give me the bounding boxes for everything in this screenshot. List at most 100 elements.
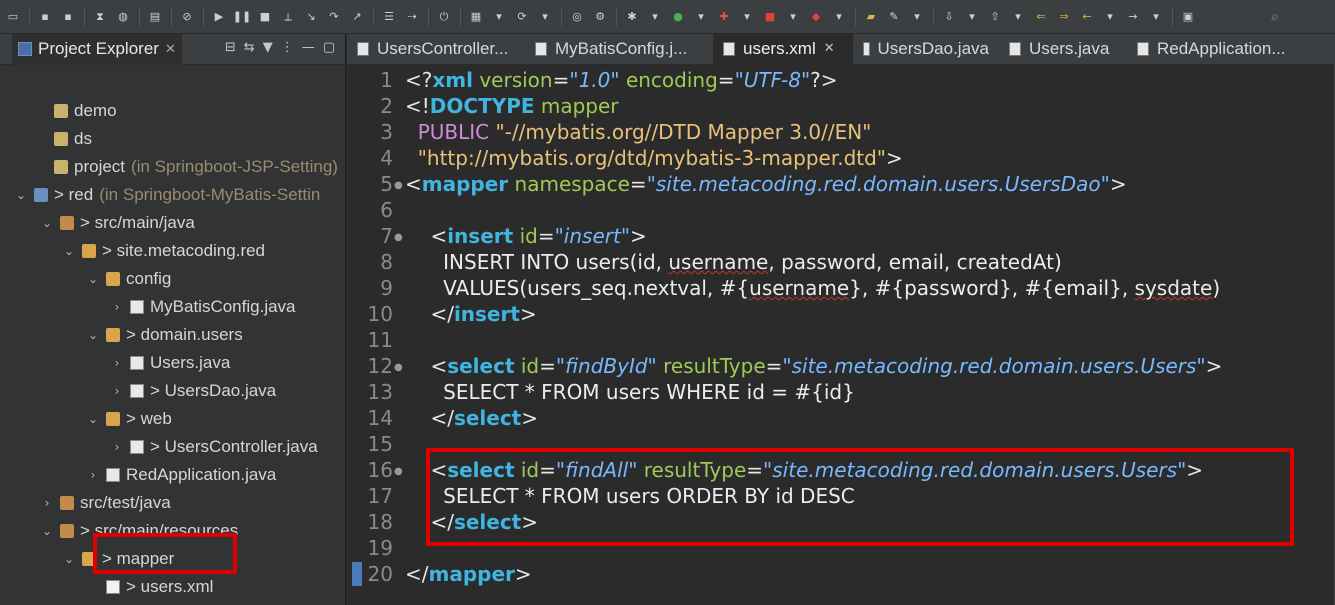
save-all-icon[interactable]: ▪: [61, 10, 75, 24]
chevron-down-icon[interactable]: ⌄: [40, 216, 54, 230]
chevron-right-icon[interactable]: ›: [110, 440, 124, 454]
minimize-icon[interactable]: —: [302, 40, 315, 55]
tree-item[interactable]: › > UsersDao.java: [110, 377, 277, 405]
dropdown-icon[interactable]: ▾: [740, 10, 754, 24]
tree-item[interactable]: ds: [54, 125, 92, 153]
save-icon[interactable]: ▪: [38, 10, 52, 24]
debug-icon[interactable]: ✱: [625, 10, 639, 24]
tree-item[interactable]: demo: [54, 97, 117, 125]
tree-item[interactable]: project (in Springboot-JSP-Setting): [54, 153, 338, 181]
back-icon[interactable]: ←: [1080, 10, 1094, 24]
open-folder-icon[interactable]: ▰: [864, 10, 878, 24]
chevron-right-icon[interactable]: ›: [110, 300, 124, 314]
relaunch-icon[interactable]: ◆: [809, 10, 823, 24]
dropdown-icon[interactable]: ▾: [1149, 10, 1163, 24]
network-icon[interactable]: ⚙: [593, 10, 607, 24]
chevron-down-icon[interactable]: ⌄: [40, 524, 54, 538]
editor-tab[interactable]: RedApplication...: [1127, 33, 1307, 64]
tree-item[interactable]: ⌄ > domain.users: [86, 321, 243, 349]
tree-item[interactable]: ⌄ > site.metacoding.red: [62, 237, 265, 265]
drop-frame-icon[interactable]: ⇢: [405, 10, 419, 24]
tab-project-explorer[interactable]: Project Explorer ✕: [12, 34, 182, 65]
chevron-down-icon[interactable]: ⌄: [86, 412, 100, 426]
chevron-right-icon[interactable]: ›: [86, 468, 100, 482]
forward-icon[interactable]: →: [1126, 10, 1140, 24]
skip-breakpoints-icon[interactable]: ⊘: [180, 10, 194, 24]
spring-boot-icon[interactable]: ⏻: [437, 10, 451, 24]
disconnect-icon[interactable]: ⟂: [281, 10, 295, 24]
tree-item[interactable]: ⌄ > red (in Springboot-MyBatis-Settin: [14, 181, 320, 209]
resume-icon[interactable]: ▶: [212, 10, 226, 24]
dropdown-icon[interactable]: ▾: [694, 10, 708, 24]
filter-icon[interactable]: ▼: [263, 40, 273, 55]
outline-icon[interactable]: ☰: [382, 10, 396, 24]
collapse-all-icon[interactable]: ⊟: [225, 40, 236, 55]
chevron-right-icon[interactable]: ›: [40, 496, 54, 510]
dropdown-icon[interactable]: ▾: [1011, 10, 1025, 24]
dropdown-icon[interactable]: ▾: [965, 10, 979, 24]
server-icon[interactable]: ▦: [469, 10, 483, 24]
build-icon[interactable]: ⧗: [93, 10, 107, 24]
tree-item[interactable]: ⌄ > src/main/java: [40, 209, 195, 237]
dropdown-icon[interactable]: ▾: [538, 10, 552, 24]
maximize-icon[interactable]: ▢: [323, 40, 335, 55]
chevron-down-icon[interactable]: ⌄: [86, 272, 100, 286]
search-icon[interactable]: ⌕: [1271, 9, 1287, 25]
editor-tab[interactable]: users.xml ✕: [713, 33, 853, 64]
editor-tab[interactable]: Users.java: [999, 33, 1127, 64]
line-number: 19: [367, 536, 393, 560]
dropdown-icon[interactable]: ▾: [910, 10, 924, 24]
fold-toggle-icon[interactable]: ●: [394, 362, 403, 373]
debug-config-icon[interactable]: ◍: [116, 10, 130, 24]
editor-tab[interactable]: MyBatisConfig.j...: [525, 33, 713, 64]
external-tools-icon[interactable]: ✚: [717, 10, 731, 24]
terminate-icon[interactable]: ■: [258, 10, 272, 24]
console-icon[interactable]: ▤: [148, 10, 162, 24]
close-icon[interactable]: ✕: [824, 41, 835, 56]
tree-item[interactable]: ⌄ config: [86, 265, 171, 293]
dropdown-icon[interactable]: ▾: [1103, 10, 1117, 24]
editor-tab[interactable]: UsersController...: [347, 33, 525, 64]
dropdown-icon[interactable]: ▾: [648, 10, 662, 24]
chevron-down-icon[interactable]: ⌄: [62, 552, 76, 566]
chevron-down-icon[interactable]: ⌄: [14, 188, 28, 202]
tree-item[interactable]: › MyBatisConfig.java: [110, 293, 296, 321]
globe-icon[interactable]: ◎: [570, 10, 584, 24]
step-return-icon[interactable]: ↗: [350, 10, 364, 24]
tree-item[interactable]: › Users.java: [110, 349, 231, 377]
tree-item[interactable]: › > UsersController.java: [110, 433, 318, 461]
next-annotation-icon[interactable]: ⇩: [942, 10, 956, 24]
fold-toggle-icon[interactable]: ●: [394, 466, 403, 477]
last-edit-icon[interactable]: ⇐: [1034, 10, 1048, 24]
chevron-right-icon[interactable]: ›: [110, 384, 124, 398]
dropdown-icon[interactable]: ▾: [786, 10, 800, 24]
close-icon[interactable]: ✕: [165, 42, 176, 57]
code-text: <!DOCTYPE mapper: [405, 94, 619, 118]
new-file-icon[interactable]: ▭: [6, 10, 20, 24]
forward-edit-icon[interactable]: ⇒: [1057, 10, 1071, 24]
step-over-icon[interactable]: ↷: [327, 10, 341, 24]
run-icon[interactable]: ●: [671, 10, 685, 24]
view-menu-icon[interactable]: ⋮: [281, 40, 294, 55]
stop-icon[interactable]: ■: [763, 10, 777, 24]
link-with-editor-icon[interactable]: ⇆: [244, 40, 255, 55]
previous-annotation-icon[interactable]: ⇧: [988, 10, 1002, 24]
brush-icon[interactable]: ✎: [887, 10, 901, 24]
editor-tab[interactable]: UsersDao.java: [853, 33, 999, 64]
dropdown-icon[interactable]: ▾: [492, 10, 506, 24]
chevron-down-icon[interactable]: ⌄: [86, 328, 100, 342]
open-perspective-icon[interactable]: ▣: [1181, 10, 1195, 24]
update-icon[interactable]: ⟳: [515, 10, 529, 24]
tree-item[interactable]: ⌄ > web: [86, 405, 172, 433]
chevron-down-icon[interactable]: ⌄: [62, 244, 76, 258]
chevron-right-icon[interactable]: ›: [110, 356, 124, 370]
suspend-icon[interactable]: ❚❚: [233, 10, 251, 24]
tree-item[interactable]: application.properties: [82, 601, 264, 605]
fold-toggle-icon[interactable]: ●: [394, 232, 403, 243]
dropdown-icon[interactable]: ▾: [832, 10, 846, 24]
fold-toggle-icon[interactable]: ●: [394, 180, 403, 191]
tree-item[interactable]: › src/test/java: [40, 489, 171, 517]
tree-item[interactable]: > users.xml: [106, 573, 213, 601]
step-into-icon[interactable]: ↘: [304, 10, 318, 24]
tree-item[interactable]: › RedApplication.java: [86, 461, 277, 489]
